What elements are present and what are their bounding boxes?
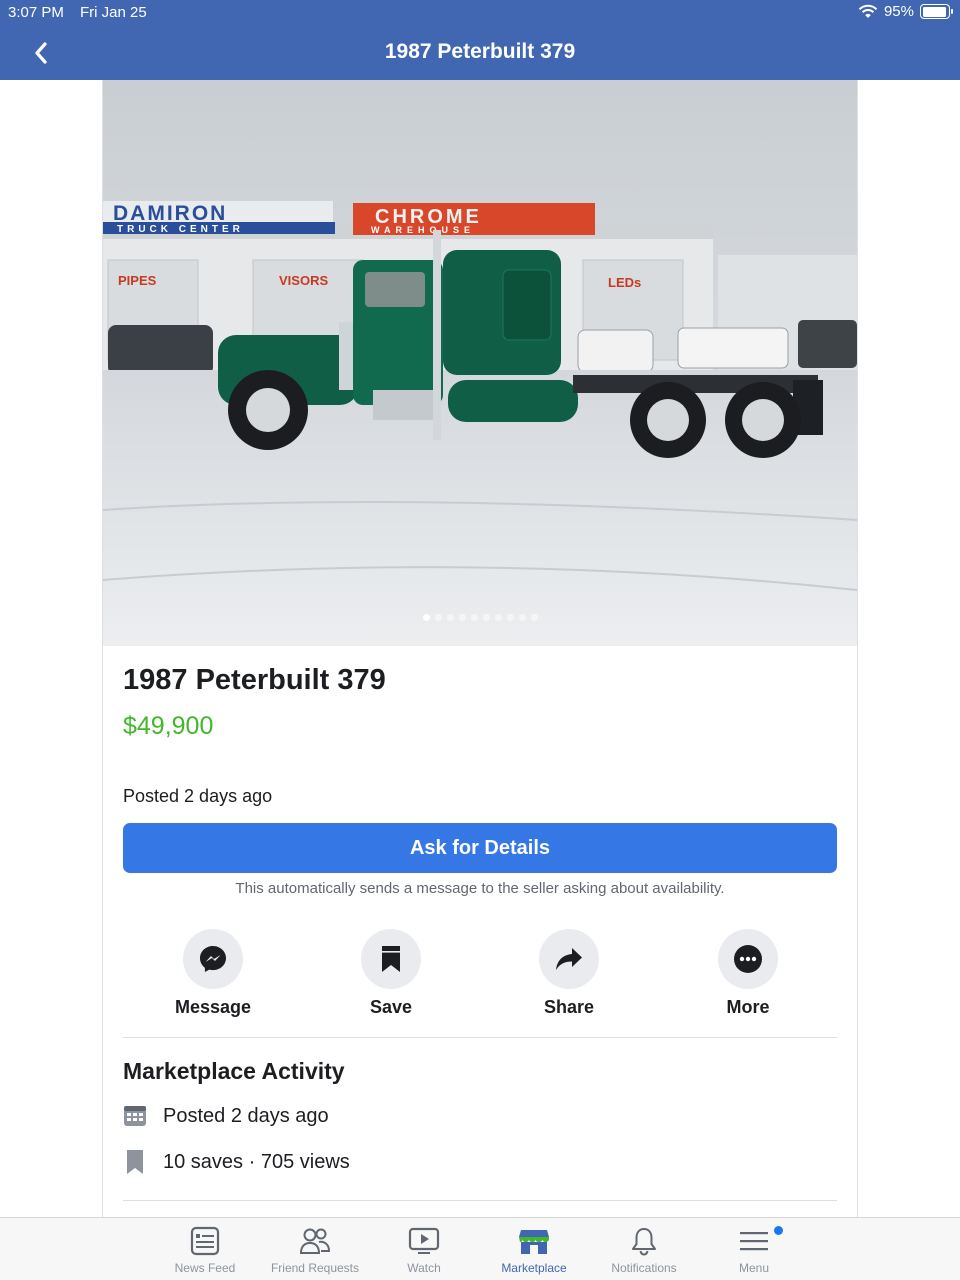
pagination-dot[interactable] <box>446 614 454 621</box>
listing-title: 1987 Peterbuilt 379 <box>123 664 386 696</box>
navigation-header: 3:07 PM Fri Jan 25 95% 1987 Peterbuilt 3… <box>0 0 960 80</box>
divider <box>123 1200 837 1201</box>
tab-label: Menu <box>738 1261 770 1275</box>
sign-truck-center: TRUCK CENTER <box>117 224 244 235</box>
listing-card: DAMIRON TRUCK CENTER CHROME WAREHOUSE PI… <box>102 80 858 1218</box>
calendar-icon <box>124 1106 146 1126</box>
bookmark-icon <box>127 1150 143 1174</box>
menu-icon <box>740 1232 768 1251</box>
listing-photo[interactable]: DAMIRON TRUCK CENTER CHROME WAREHOUSE PI… <box>103 80 857 646</box>
ask-for-details-button[interactable]: Ask for Details <box>123 823 837 873</box>
sign-leds: LEDs <box>608 275 641 290</box>
sign-pipes: PIPES <box>118 273 157 288</box>
photo-pagination <box>103 614 857 621</box>
action-row: Message Save Share More <box>123 929 837 1021</box>
battery-percent: 95% <box>883 3 914 20</box>
marketplace-icon <box>519 1230 549 1254</box>
tab-label: Marketplace <box>501 1261 567 1275</box>
sign-damiron: DAMIRON <box>113 202 227 225</box>
more-label: More <box>726 997 770 1017</box>
battery-icon <box>920 4 953 19</box>
tab-icon-wrap <box>589 1224 699 1258</box>
tab-label: Notifications <box>611 1261 677 1275</box>
tab-icon-wrap <box>260 1224 370 1258</box>
friends-icon <box>299 1228 331 1254</box>
activity-saves-row: 10 saves · 705 views <box>123 1149 350 1175</box>
tab-label: Friend Requests <box>270 1261 360 1275</box>
tab-notifications[interactable]: Notifications <box>589 1224 699 1275</box>
activity-posted-text: Posted 2 days ago <box>163 1104 329 1127</box>
tab-news-feed[interactable]: News Feed <box>150 1224 260 1275</box>
tab-label: News Feed <box>174 1261 236 1275</box>
status-time: 3:07 PM <box>8 4 64 21</box>
share-arrow-icon <box>556 948 582 970</box>
status-right: 95% <box>858 3 953 20</box>
pagination-dot[interactable] <box>494 614 502 621</box>
sign-warehouse: WAREHOUSE <box>371 225 475 235</box>
more-dots-icon <box>734 945 762 973</box>
save-label: Save <box>369 997 413 1017</box>
listing-price: $49,900 <box>123 712 214 740</box>
pagination-dot[interactable] <box>458 614 466 621</box>
tab-friend-requests[interactable]: Friend Requests <box>260 1224 370 1275</box>
tab-menu[interactable]: Menu <box>699 1224 809 1275</box>
tab-icon-wrap <box>369 1224 479 1258</box>
watch-icon <box>408 1227 440 1254</box>
save-circle <box>361 929 421 989</box>
tab-label: Watch <box>407 1261 441 1275</box>
tab-icon-wrap <box>479 1224 589 1258</box>
pagination-dot[interactable] <box>470 614 478 621</box>
status-date: Fri Jan 25 <box>80 4 147 21</box>
sign-visors: VISORS <box>279 273 328 288</box>
wifi-icon <box>858 4 878 18</box>
tab-marketplace[interactable]: Marketplace <box>479 1224 589 1275</box>
tab-watch[interactable]: Watch <box>369 1224 479 1275</box>
listing-posted: Posted 2 days ago <box>123 786 273 806</box>
activity-saves-text: 10 saves · 705 views <box>163 1150 350 1173</box>
share-button[interactable]: Share <box>509 929 629 1018</box>
activity-posted-row: Posted 2 days ago <box>123 1104 329 1128</box>
share-circle <box>539 929 599 989</box>
pagination-dot[interactable] <box>506 614 514 621</box>
more-button[interactable]: More <box>688 929 808 1018</box>
more-circle <box>718 929 778 989</box>
tab-icon-wrap <box>699 1224 809 1258</box>
messenger-icon <box>200 946 226 972</box>
message-button[interactable]: Message <box>153 929 273 1018</box>
pagination-dot[interactable] <box>518 614 526 621</box>
pagination-dot[interactable] <box>482 614 490 621</box>
bookmark-icon <box>382 946 400 972</box>
bell-icon <box>632 1228 656 1256</box>
divider <box>123 1037 837 1038</box>
pagination-dot[interactable] <box>422 614 430 621</box>
share-label: Share <box>543 997 595 1017</box>
bottom-tab-bar: News Feed Friend Requests Watch Marketpl… <box>0 1217 960 1280</box>
pagination-dot[interactable] <box>530 614 538 621</box>
menu-badge <box>774 1226 783 1235</box>
truck-photo: DAMIRON TRUCK CENTER CHROME WAREHOUSE PI… <box>103 80 857 646</box>
message-label: Message <box>174 997 252 1017</box>
tab-icon-wrap <box>150 1224 260 1258</box>
page-title: 1987 Peterbuilt 379 <box>384 40 576 63</box>
marketplace-activity-title: Marketplace Activity <box>123 1058 345 1084</box>
save-button[interactable]: Save <box>331 929 451 1018</box>
news-feed-icon <box>190 1226 220 1256</box>
message-circle <box>183 929 243 989</box>
ask-note: This automatically sends a message to th… <box>235 880 725 897</box>
pagination-dot[interactable] <box>434 614 442 621</box>
status-bar: 3:07 PM Fri Jan 25 95% <box>0 0 960 26</box>
